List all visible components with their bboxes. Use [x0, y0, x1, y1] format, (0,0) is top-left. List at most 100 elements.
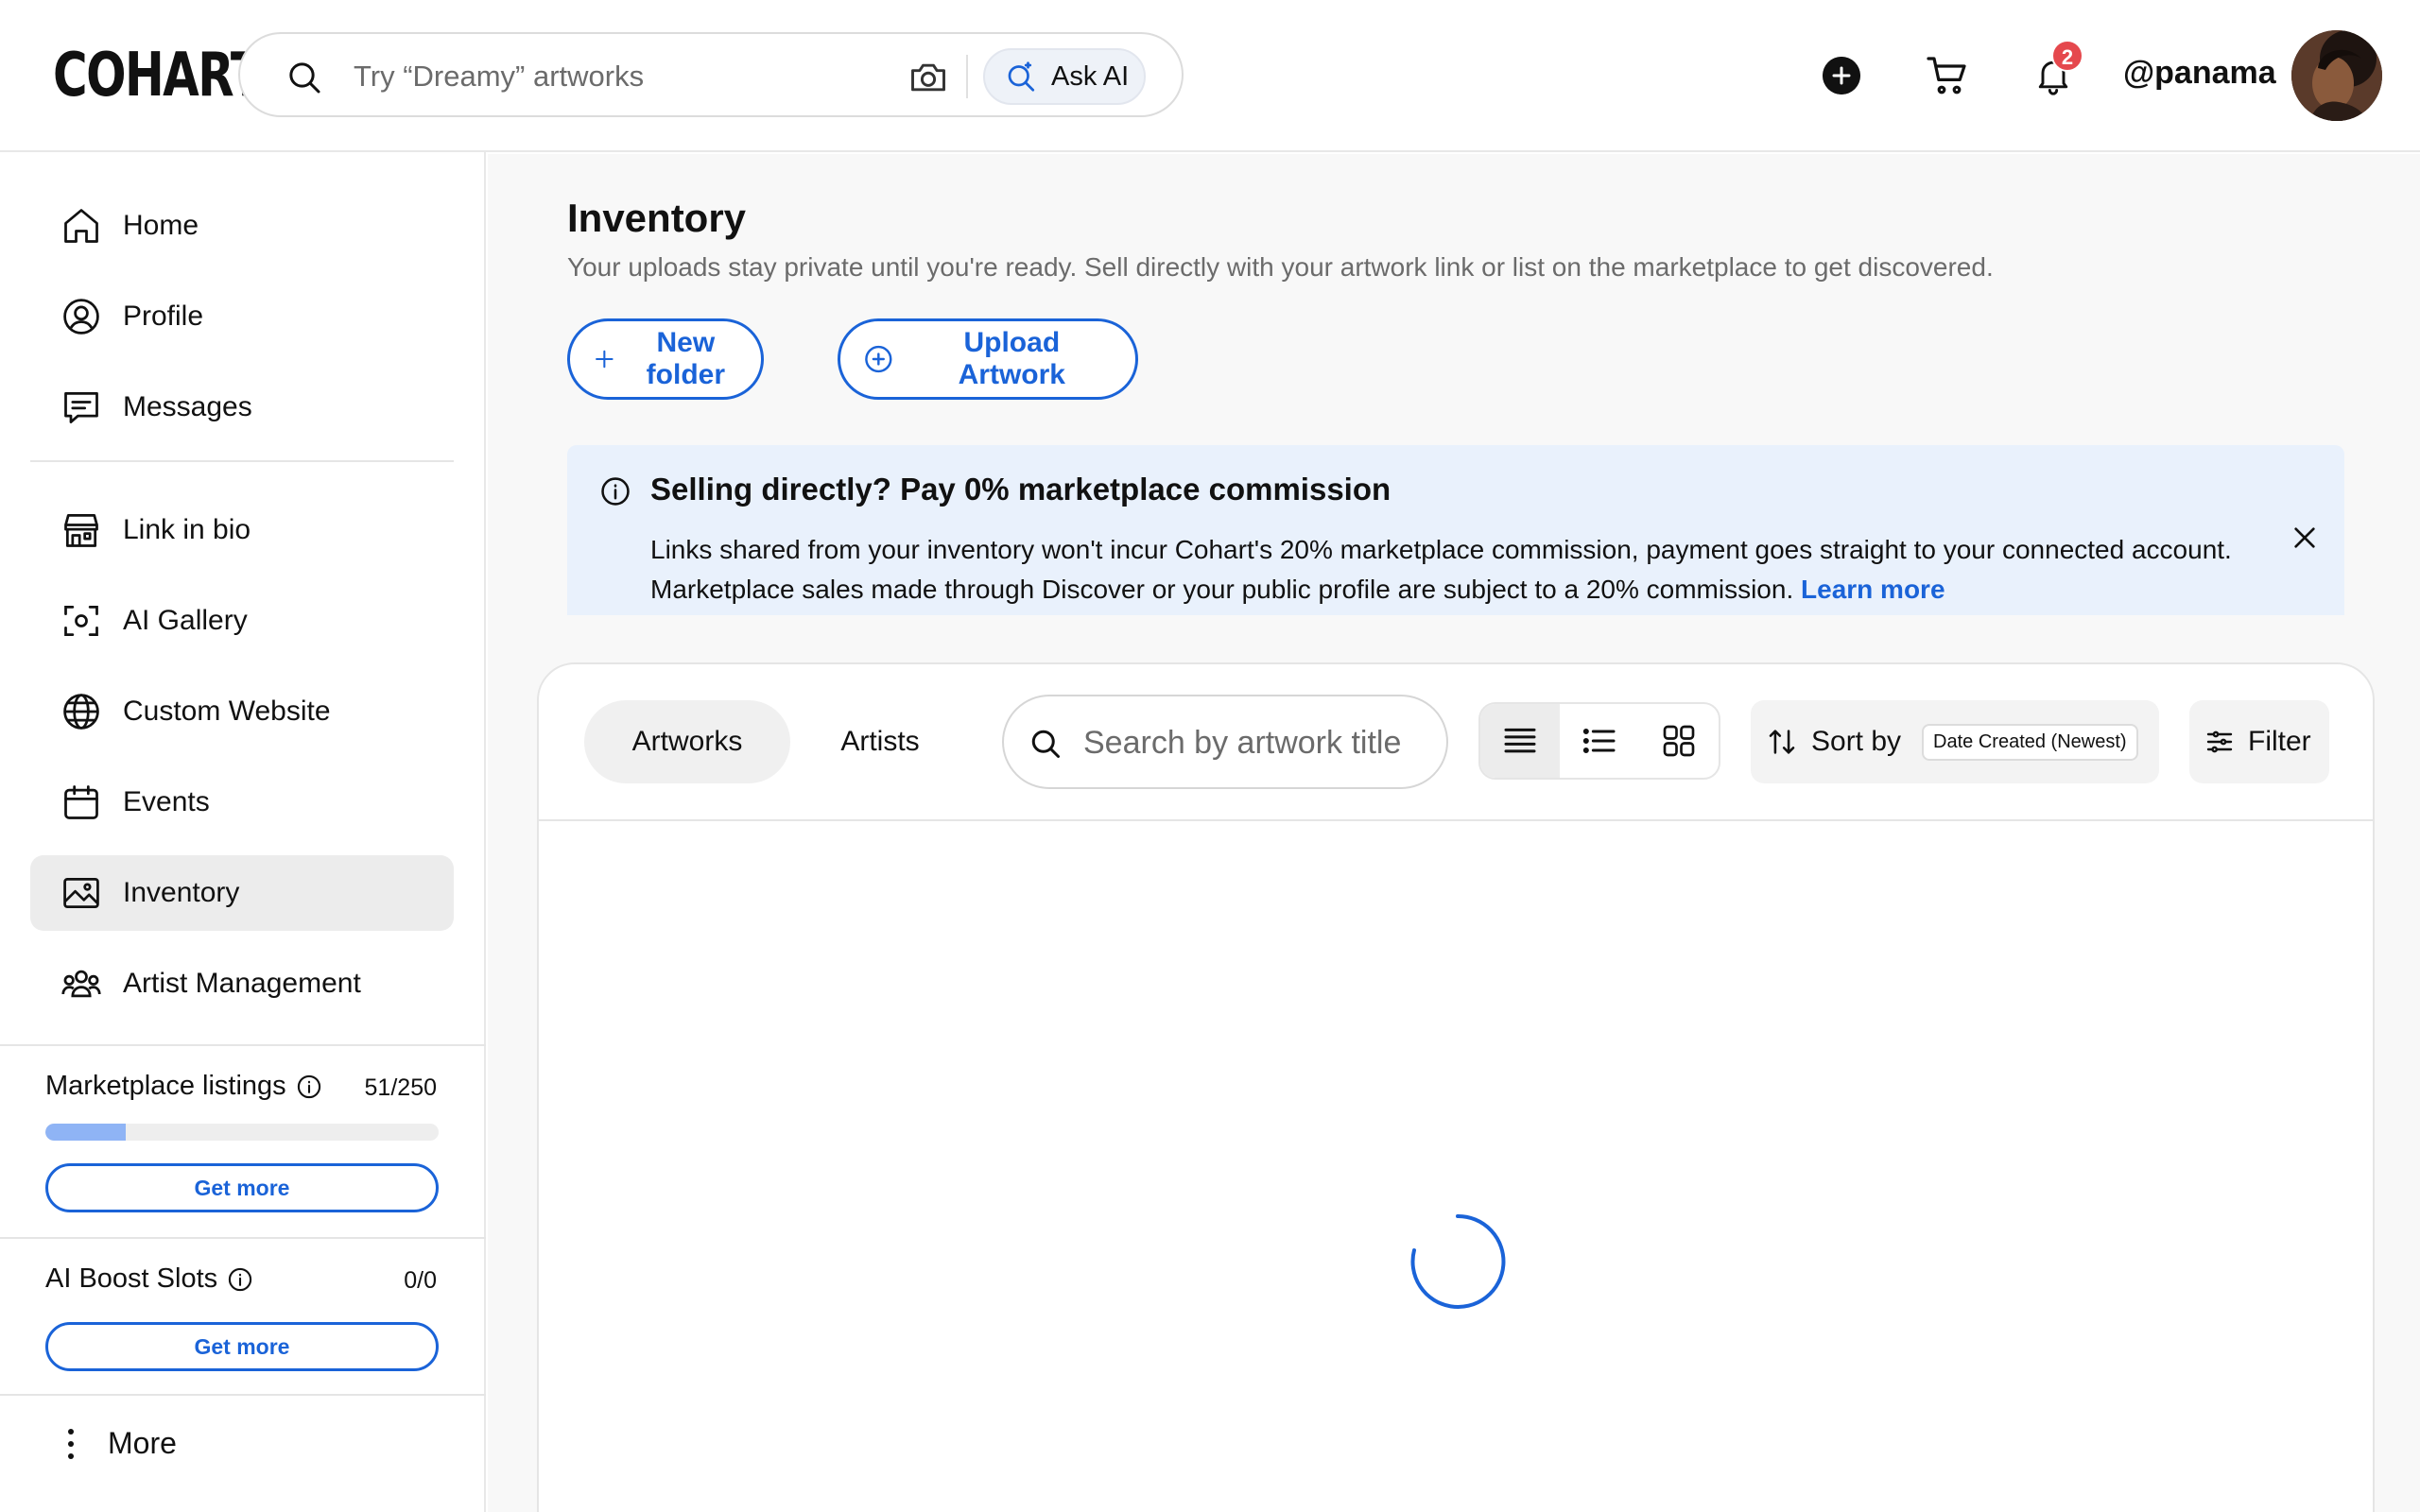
sliders-icon — [2206, 730, 2233, 753]
sidebar-divider — [0, 1044, 486, 1046]
sidebar-item-events[interactable]: Events — [30, 765, 454, 840]
sidebar-item-label: Link in bio — [123, 514, 251, 545]
plus-circle-icon — [865, 345, 892, 373]
sidebar-item-home[interactable]: Home — [30, 188, 454, 264]
scan-icon — [64, 605, 98, 637]
filter-label: Filter — [2248, 726, 2311, 757]
new-folder-label: New folder — [646, 327, 726, 390]
list-icon — [1582, 728, 1616, 754]
main-content: Inventory Your uploads stay private unti… — [488, 154, 2420, 1512]
sidebar-item-label: Events — [123, 786, 210, 817]
plus-icon — [596, 350, 614, 369]
sidebar-divider — [0, 1394, 486, 1396]
banner-title: Selling directly? Pay 0% marketplace com… — [650, 472, 1392, 507]
sidebar-item-label: AI Gallery — [123, 605, 248, 636]
marketplace-progress-fill — [45, 1124, 126, 1141]
sort-value: Date Created (Newest) — [1922, 723, 2138, 761]
inventory-panel: Artworks Artists Sort by Date Created (N… — [537, 662, 2375, 1512]
upload-artwork-button[interactable]: Upload Artwork — [838, 318, 1138, 400]
sort-arrows-icon — [1769, 730, 1795, 754]
artwork-search-box[interactable] — [1002, 695, 1448, 789]
toolbar-divider — [539, 819, 2373, 821]
more-vertical-icon — [68, 1428, 76, 1459]
list-view-button[interactable] — [1560, 704, 1639, 778]
user-circle-icon — [63, 299, 99, 335]
ask-ai-label: Ask AI — [1051, 60, 1130, 92]
sidebar-item-label: Inventory — [123, 877, 240, 908]
filter-button[interactable]: Filter — [2189, 700, 2329, 783]
global-search-input[interactable] — [354, 53, 883, 100]
sidebar-item-label: Profile — [123, 301, 204, 332]
sidebar-item-label: Home — [123, 210, 199, 241]
tab-artworks[interactable]: Artworks — [584, 700, 790, 783]
global-search-bar[interactable]: Ask AI — [238, 32, 1184, 117]
sidebar-item-artist-management[interactable]: Artist Management — [30, 946, 454, 1022]
sort-button[interactable]: Sort by Date Created (Newest) — [1751, 700, 2159, 783]
sidebar-divider — [30, 460, 454, 462]
more-label: More — [108, 1426, 177, 1460]
sidebar-divider — [0, 1237, 486, 1239]
info-icon — [601, 477, 630, 506]
avatar[interactable] — [2291, 30, 2382, 121]
avatar-portrait — [2291, 30, 2382, 121]
sidebar-item-label: Artist Management — [123, 968, 361, 999]
page-title: Inventory — [567, 196, 747, 240]
search-icon — [289, 62, 320, 94]
ai-boost-slots-label: AI Boost Slots — [45, 1263, 253, 1295]
info-icon[interactable] — [296, 1074, 322, 1100]
learn-more-link[interactable]: Learn more — [1801, 575, 1945, 604]
upload-artwork-label: Upload Artwork — [958, 327, 1065, 390]
artwork-search-input[interactable] — [1083, 721, 1433, 765]
calendar-icon — [64, 785, 98, 819]
loading-spinner-icon — [1410, 1213, 1506, 1309]
more-menu-button[interactable]: More — [68, 1426, 177, 1461]
grid-view-button[interactable] — [1639, 704, 1719, 778]
close-icon[interactable] — [2290, 523, 2320, 553]
banner-body: Links shared from your inventory won't i… — [650, 535, 2232, 604]
view-toggle-group — [1478, 702, 1720, 780]
cart-icon[interactable] — [1925, 53, 1970, 98]
users-icon — [61, 970, 101, 998]
chat-icon — [64, 391, 98, 423]
ai-boost-slots-count: 0/0 — [404, 1267, 437, 1294]
username[interactable]: @panama — [2123, 55, 2276, 92]
create-plus-icon[interactable] — [1823, 57, 1860, 94]
globe-icon — [63, 694, 99, 730]
sidebar-item-ai-gallery[interactable]: AI Gallery — [30, 583, 454, 659]
top-header: COHART Ask AI 2 @panama — [0, 0, 2420, 152]
compact-list-view-button[interactable] — [1480, 704, 1560, 778]
sidebar-item-link-in-bio[interactable]: Link in bio — [30, 492, 454, 568]
banner-text: Links shared from your inventory won't i… — [650, 530, 2276, 610]
get-more-boost-button[interactable]: Get more — [45, 1322, 439, 1371]
notification-badge: 2 — [2051, 40, 2083, 72]
tab-artists[interactable]: Artists — [798, 700, 962, 783]
sidebar-item-custom-website[interactable]: Custom Website — [30, 674, 454, 749]
search-divider — [966, 55, 968, 98]
new-folder-button[interactable]: New folder — [567, 318, 764, 400]
marketplace-listings-count: 51/250 — [364, 1074, 437, 1101]
home-icon — [64, 209, 98, 243]
search-icon — [1031, 730, 1060, 758]
ask-ai-button[interactable]: Ask AI — [983, 48, 1146, 105]
sidebar-item-messages[interactable]: Messages — [30, 369, 454, 445]
marketplace-progress-bar — [45, 1124, 439, 1141]
commission-info-banner: Selling directly? Pay 0% marketplace com… — [567, 445, 2344, 615]
ai-search-icon — [1008, 61, 1035, 92]
grid-icon — [1663, 725, 1695, 757]
page-subtitle: Your uploads stay private until you're r… — [567, 252, 1994, 282]
info-icon[interactable] — [227, 1266, 253, 1293]
marketplace-listings-text: Marketplace listings — [45, 1071, 286, 1101]
storefront-icon — [64, 514, 98, 547]
sidebar: Home Profile Messages Link in bio AI Gal… — [0, 152, 486, 1512]
sidebar-item-label: Messages — [123, 391, 252, 422]
sidebar-item-label: Custom Website — [123, 696, 331, 727]
sidebar-item-profile[interactable]: Profile — [30, 279, 454, 354]
ai-boost-slots-text: AI Boost Slots — [45, 1263, 218, 1294]
marketplace-listings-label: Marketplace listings — [45, 1071, 322, 1102]
sidebar-item-inventory[interactable]: Inventory — [30, 855, 454, 931]
image-icon — [63, 877, 99, 909]
cohart-logo[interactable]: COHART — [53, 40, 263, 112]
sort-label: Sort by — [1811, 726, 1902, 757]
get-more-listings-button[interactable]: Get more — [45, 1163, 439, 1212]
camera-icon[interactable] — [908, 57, 949, 98]
